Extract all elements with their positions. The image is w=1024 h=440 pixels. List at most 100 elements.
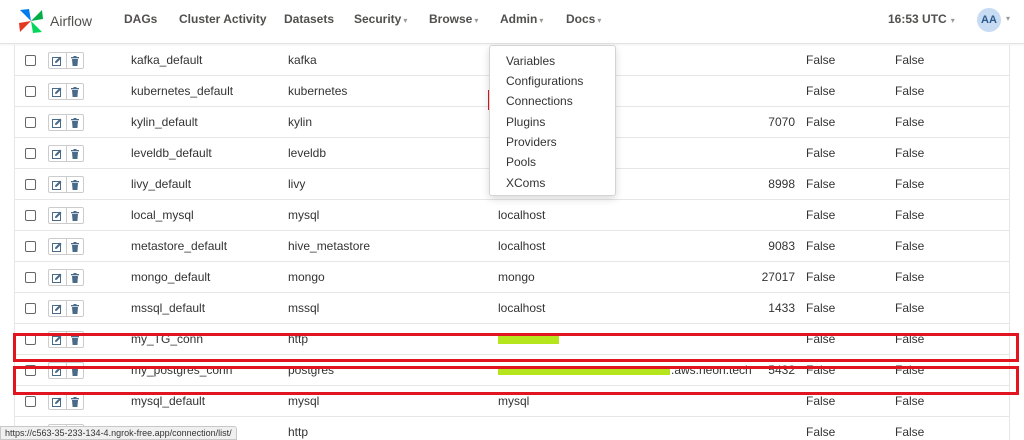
- conn-type: mongo: [288, 270, 325, 284]
- edit-button[interactable]: [49, 239, 66, 254]
- delete-button[interactable]: [65, 53, 83, 68]
- nav-docs[interactable]: Docs ▾: [566, 12, 601, 26]
- row-actions: [48, 362, 84, 379]
- delete-button[interactable]: [65, 84, 83, 99]
- conn-id[interactable]: livy_default: [131, 169, 191, 200]
- edit-button[interactable]: [49, 394, 66, 409]
- port: [715, 386, 795, 417]
- nav-docs-label: Docs: [566, 12, 596, 26]
- edit-button[interactable]: [49, 363, 66, 378]
- chevron-down-icon[interactable]: ▾: [1006, 14, 1010, 23]
- edit-button[interactable]: [49, 270, 66, 285]
- chevron-down-icon: ▾: [474, 16, 479, 25]
- delete-button[interactable]: [65, 239, 83, 254]
- trash-icon: [70, 117, 79, 128]
- row-checkbox[interactable]: [25, 272, 36, 283]
- delete-button[interactable]: [65, 394, 83, 409]
- admin-dropdown-menu: Variables Configurations Connections Plugin…: [489, 45, 616, 196]
- edit-button[interactable]: [49, 332, 66, 347]
- clock-time: 16:53 UTC: [888, 12, 947, 26]
- port: 8998: [768, 177, 795, 191]
- admin-menu-item-plugins[interactable]: Plugins: [506, 113, 545, 131]
- admin-menu-item-providers[interactable]: Providers: [506, 133, 557, 151]
- nav-admin[interactable]: Admin ▾: [500, 12, 543, 26]
- edit-button[interactable]: [49, 208, 66, 223]
- is-encrypted: False: [806, 425, 836, 439]
- admin-menu-item-connections[interactable]: Connections: [506, 92, 573, 110]
- conn-id[interactable]: mssql_default: [131, 293, 205, 324]
- is-encrypted: False: [806, 363, 836, 377]
- chevron-down-icon: ▾: [950, 16, 955, 25]
- nav-dags[interactable]: DAGs: [124, 12, 157, 26]
- delete-button[interactable]: [65, 115, 83, 130]
- nav-datasets[interactable]: Datasets: [284, 12, 334, 26]
- top-navbar: Airflow DAGs Cluster Activity Datasets S…: [0, 0, 1024, 44]
- nav-security[interactable]: Security ▾: [354, 12, 407, 26]
- delete-button[interactable]: [65, 146, 83, 161]
- edit-icon: [52, 397, 62, 407]
- table-row: mongo_default mongo mongo 27017 False False: [15, 262, 1009, 293]
- nav-cluster-activity[interactable]: Cluster Activity: [179, 12, 267, 26]
- conn-id[interactable]: local_mysql: [131, 200, 194, 231]
- delete-button[interactable]: [65, 332, 83, 347]
- row-checkbox[interactable]: [25, 241, 36, 252]
- row-checkbox[interactable]: [25, 55, 36, 66]
- conn-type: leveldb: [288, 146, 327, 160]
- avatar[interactable]: AA: [977, 8, 1001, 32]
- edit-button[interactable]: [49, 177, 66, 192]
- row-checkbox[interactable]: [25, 334, 36, 345]
- delete-button[interactable]: [65, 208, 83, 223]
- row-checkbox[interactable]: [25, 303, 36, 314]
- conn-id[interactable]: mysql_default: [131, 386, 205, 417]
- port: 27017: [761, 270, 795, 284]
- conn-type: hive_metastore: [288, 239, 371, 253]
- table-row: mssql_default mssql localhost 1433 False Fals…: [15, 293, 1009, 324]
- edit-button[interactable]: [49, 53, 66, 68]
- conn-id[interactable]: leveldb_default: [131, 138, 212, 169]
- conn-id[interactable]: metastore_default: [131, 231, 227, 262]
- delete-button[interactable]: [65, 177, 83, 192]
- table-row: local_mysql mysql localhost False False: [15, 200, 1009, 231]
- admin-menu-item-variables[interactable]: Variables: [506, 52, 555, 70]
- port: 9083: [768, 239, 795, 253]
- clock[interactable]: 16:53 UTC ▾: [888, 12, 955, 26]
- conn-type: http: [288, 425, 309, 439]
- conn-id[interactable]: my_TG_conn: [131, 324, 203, 355]
- delete-button[interactable]: [65, 363, 83, 378]
- host: localhost: [498, 301, 546, 315]
- brand[interactable]: Airflow: [16, 6, 92, 36]
- row-actions: [48, 269, 84, 286]
- row-checkbox[interactable]: [25, 117, 36, 128]
- is-extra-encrypted: False: [895, 177, 925, 191]
- admin-menu-item-xcoms[interactable]: XComs: [506, 174, 545, 192]
- host: mysql: [498, 394, 530, 408]
- admin-menu-item-configurations[interactable]: Configurations: [506, 72, 583, 90]
- conn-id[interactable]: kylin_default: [131, 107, 198, 138]
- conn-id[interactable]: my_postgres_conn: [131, 355, 232, 386]
- nav-browse[interactable]: Browse ▾: [429, 12, 478, 26]
- delete-button[interactable]: [65, 301, 83, 316]
- row-checkbox[interactable]: [25, 86, 36, 97]
- row-checkbox[interactable]: [25, 396, 36, 407]
- trash-icon: [70, 55, 79, 66]
- edit-button[interactable]: [49, 301, 66, 316]
- row-actions: [48, 331, 84, 348]
- is-extra-encrypted: False: [895, 270, 925, 284]
- edit-button[interactable]: [49, 146, 66, 161]
- conn-id[interactable]: kafka_default: [131, 45, 202, 76]
- row-checkbox[interactable]: [25, 365, 36, 376]
- conn-id[interactable]: kubernetes_default: [131, 76, 233, 107]
- row-checkbox[interactable]: [25, 210, 36, 221]
- edit-icon: [52, 273, 62, 283]
- edit-icon: [52, 118, 62, 128]
- chevron-down-icon: ▾: [403, 16, 408, 25]
- conn-id[interactable]: mongo_default: [131, 262, 210, 293]
- row-checkbox[interactable]: [25, 179, 36, 190]
- admin-menu-item-pools[interactable]: Pools: [506, 153, 536, 171]
- is-encrypted: False: [806, 146, 836, 160]
- edit-button[interactable]: [49, 115, 66, 130]
- delete-button[interactable]: [65, 270, 83, 285]
- edit-button[interactable]: [49, 84, 66, 99]
- row-checkbox[interactable]: [25, 148, 36, 159]
- row-actions: [48, 145, 84, 162]
